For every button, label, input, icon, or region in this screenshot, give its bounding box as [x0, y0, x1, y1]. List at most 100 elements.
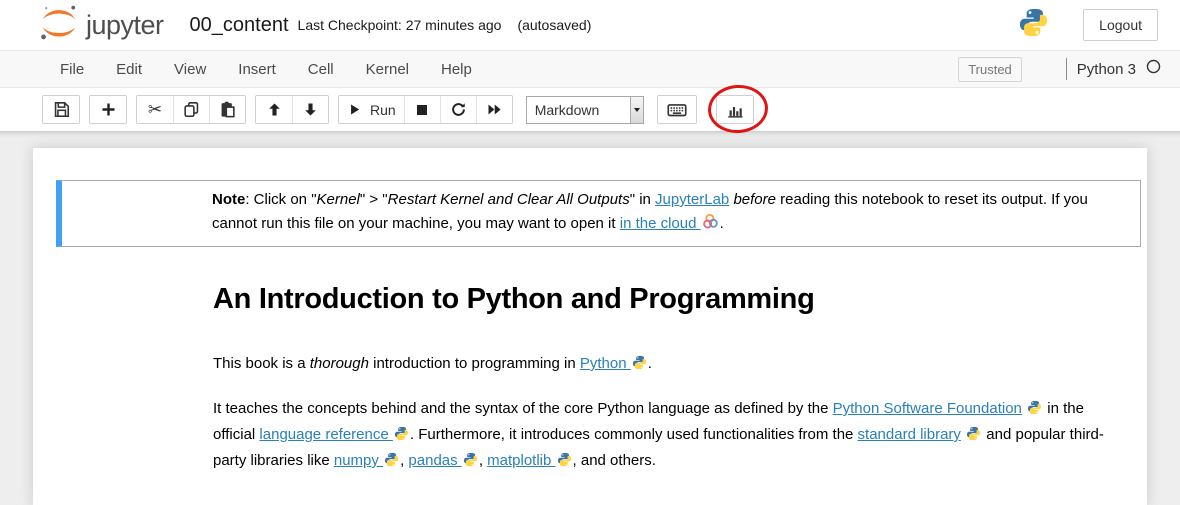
python-icon [632, 354, 647, 378]
python-icon [384, 451, 399, 475]
paste-cell-button[interactable] [209, 96, 245, 123]
text-run: , [479, 452, 487, 469]
text-run: . [720, 215, 724, 232]
text-run: before [733, 191, 776, 208]
markdown-paragraph-1: This book is a thorough introduction to … [213, 352, 1120, 378]
save-group [42, 95, 80, 124]
inline-link[interactable]: Python [580, 355, 631, 372]
text-run: . Furthermore, it introduces commonly us… [410, 426, 858, 443]
arrow-down-icon [302, 101, 319, 118]
move-group [255, 95, 329, 124]
logout-button[interactable]: Logout [1083, 9, 1158, 41]
clipboard-group: ✂ [136, 95, 246, 124]
python-icon [394, 425, 409, 449]
inline-link[interactable]: standard library [858, 426, 961, 443]
notebook-container: Note: Click on "Kernel" > "Restart Kerne… [0, 131, 1180, 505]
text-run [961, 426, 965, 443]
kernel-name: Python 3 [1077, 61, 1136, 78]
text-run [1022, 400, 1026, 417]
checkpoint-status: Last Checkpoint: 27 minutes ago [298, 17, 502, 33]
binder-icon [702, 213, 719, 238]
cut-cell-button[interactable]: ✂ [137, 96, 173, 123]
note-text: Note: Click on "Kernel" > "Restart Kerne… [212, 188, 1090, 238]
chart-extension-button[interactable] [717, 96, 753, 123]
palette-group [657, 95, 697, 124]
run-button[interactable]: Run [339, 96, 404, 123]
menu-view[interactable]: View [158, 61, 222, 78]
chart-button-wrap [716, 95, 754, 124]
command-palette-button[interactable] [658, 96, 696, 123]
move-cell-up-button[interactable] [256, 96, 292, 123]
python-logo-icon [1018, 7, 1049, 43]
python-icon [1027, 399, 1042, 423]
python-icon [557, 451, 572, 475]
menu-kernel[interactable]: Kernel [350, 61, 425, 78]
trusted-badge[interactable]: Trusted [958, 57, 1022, 82]
notebook-page: Note: Click on "Kernel" > "Restart Kerne… [33, 148, 1147, 505]
text-run: Kernel [317, 191, 360, 208]
jupyter-notebook-app: jupyter 00_content Last Checkpoint: 27 m… [0, 0, 1180, 505]
select-arrow-strip [630, 97, 643, 123]
markdown-paragraph-2: It teaches the concepts behind and the s… [213, 397, 1120, 475]
jupyter-logo-icon [38, 3, 80, 48]
text-run: Restart Kernel and Clear All Outputs [388, 191, 630, 208]
add-cell-button[interactable] [90, 96, 126, 123]
copy-cell-button[interactable] [173, 96, 209, 123]
stop-icon [414, 102, 430, 118]
text-run: : Click on " [245, 191, 316, 208]
text-run: " > " [360, 191, 388, 208]
run-icon [347, 102, 362, 117]
restart-icon [450, 101, 467, 118]
python-icon [966, 425, 981, 449]
jupyter-logo[interactable]: jupyter [38, 3, 164, 48]
inline-link[interactable]: JupyterLab [655, 191, 729, 208]
text-run: thorough [310, 355, 369, 372]
chart-group [716, 95, 754, 124]
menu-edit[interactable]: Edit [100, 61, 158, 78]
header-right: Logout [1018, 7, 1158, 43]
cut-icon: ✂ [148, 101, 162, 118]
cell-heading: An Introduction to Python and Programmin… [213, 283, 1120, 316]
arrow-up-icon [266, 101, 283, 118]
text-run: , and others. [573, 452, 656, 469]
python-icon [463, 451, 478, 475]
menu-help[interactable]: Help [425, 61, 488, 78]
keyboard-icon [666, 99, 688, 121]
menu-bar: File Edit View Insert Cell Kernel Help T… [0, 50, 1180, 88]
restart-kernel-button[interactable] [440, 96, 476, 123]
toolbar: ✂ Run Markdown [0, 88, 1180, 131]
menu-cell[interactable]: Cell [292, 61, 350, 78]
save-icon [52, 100, 71, 119]
run-label: Run [370, 102, 396, 118]
run-group: Run [338, 95, 513, 124]
inline-link[interactable]: Python Software Foundation [833, 400, 1022, 417]
save-button[interactable] [43, 96, 79, 123]
jupyter-logo-text: jupyter [86, 10, 164, 41]
menu-insert[interactable]: Insert [222, 61, 292, 78]
text-run: introduction to programming in [369, 355, 580, 372]
note-callout-cell[interactable]: Note: Click on "Kernel" > "Restart Kerne… [56, 180, 1141, 247]
cell-type-value: Markdown [527, 102, 630, 118]
text-run: It teaches the concepts behind and the s… [213, 400, 833, 417]
text-run: Note [212, 191, 245, 208]
inline-link[interactable]: numpy [334, 452, 383, 469]
restart-run-all-button[interactable] [476, 96, 512, 123]
text-run: " in [630, 191, 655, 208]
fast-forward-icon [486, 101, 503, 118]
kernel-divider [1066, 58, 1067, 80]
chevron-down-icon [634, 108, 640, 112]
menubar-right: Trusted Python 3 [958, 57, 1162, 82]
move-cell-down-button[interactable] [292, 96, 328, 123]
menu-file[interactable]: File [44, 61, 100, 78]
inline-link[interactable]: in the cloud [620, 215, 701, 232]
cell-type-select[interactable]: Markdown [526, 96, 644, 124]
plus-icon [100, 101, 117, 118]
inline-link[interactable]: matplotlib [487, 452, 555, 469]
inline-link[interactable]: language reference [259, 426, 392, 443]
notebook-header: jupyter 00_content Last Checkpoint: 27 m… [0, 0, 1180, 50]
text-run: This book is a [213, 355, 310, 372]
inline-link[interactable]: pandas [408, 452, 461, 469]
notebook-title[interactable]: 00_content [190, 14, 289, 37]
interrupt-kernel-button[interactable] [404, 96, 440, 123]
bar-chart-icon [725, 100, 745, 120]
